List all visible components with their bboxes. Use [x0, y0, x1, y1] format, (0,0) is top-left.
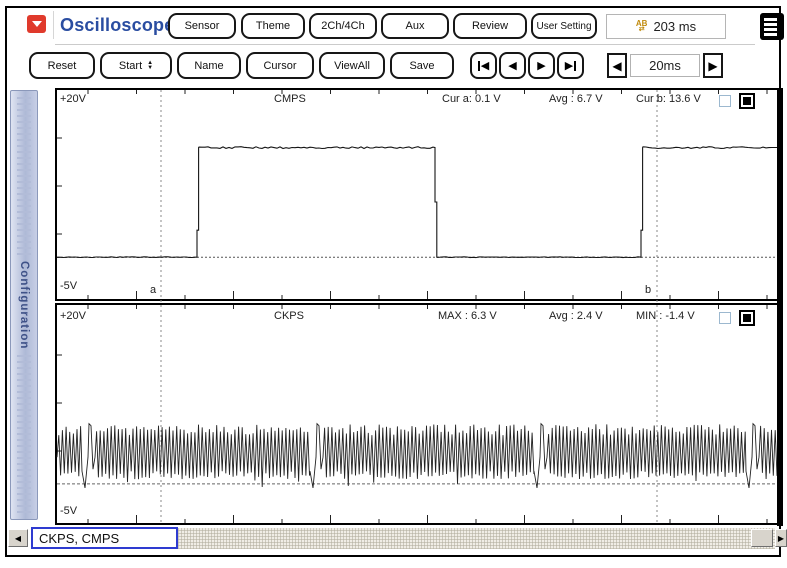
channel-selection-label: CKPS, CMPS [31, 527, 178, 549]
configuration-label: Configuration [18, 260, 30, 350]
start-spinner-icon: ▲ ▼ [147, 59, 154, 71]
app-menu-button[interactable] [27, 15, 46, 33]
scope-chart [55, 88, 783, 526]
cursor-button[interactable]: Cursor [246, 52, 314, 79]
scroll-right-button[interactable]: ▶ [775, 529, 787, 547]
ch2-max-value: MAX : 6.3 V [438, 310, 497, 322]
toolbar-separator [53, 11, 54, 39]
skip-end-button[interactable]: ▶ [557, 52, 584, 79]
ch1-name: CMPS [274, 93, 306, 105]
timebase-increase-button[interactable]: ▶ [703, 53, 723, 78]
skip-start-icon [477, 60, 480, 71]
scroll-left-button[interactable]: ◀ [8, 529, 28, 547]
reset-button[interactable]: Reset [29, 52, 95, 79]
ch2-checkbox-unchecked[interactable] [719, 312, 731, 324]
ch1-cursor-a-value: Cur a: 0.1 V [442, 93, 501, 105]
aux-button[interactable]: Aux [381, 13, 449, 39]
scrollbar-thumb[interactable] [751, 529, 773, 547]
ch1-checkbox-checked[interactable] [739, 93, 755, 109]
ch1-cursor-b-value: Cur b: 13.6 V [636, 93, 701, 105]
ch2-name: CKPS [274, 310, 304, 322]
grip-lines [17, 355, 31, 513]
configuration-panel-handle[interactable]: Configuration [10, 90, 38, 520]
name-button[interactable]: Name [177, 52, 241, 79]
ch1-scale-bottom: -5V [60, 280, 78, 292]
cursor-a-label: a [150, 284, 157, 296]
app-title: Oscilloscope [60, 15, 175, 35]
step-forward-icon: ▶ [537, 60, 546, 72]
ab-cursor-icon: AB ⇄ [635, 18, 648, 33]
chevron-down-icon [31, 21, 42, 27]
step-forward-button[interactable]: ▶ [528, 52, 555, 79]
record-time-value: 203 ms [653, 19, 697, 34]
ch2-checkbox-checked[interactable] [739, 310, 755, 326]
toolbar-divider [55, 44, 755, 45]
list-menu-icon[interactable] [760, 13, 784, 40]
right-arrow-icon: ▶ [708, 58, 718, 73]
left-arrow-icon: ◀ [612, 58, 622, 73]
review-button[interactable]: Review [453, 13, 527, 39]
cursor-b-label: b [645, 284, 652, 296]
step-back-icon: ◀ [508, 60, 517, 72]
timebase-field: 20ms [630, 54, 700, 77]
start-button[interactable]: Start ▲ ▼ [100, 52, 172, 79]
viewall-button[interactable]: ViewAll [319, 52, 385, 79]
step-back-button[interactable]: ◀ [499, 52, 526, 79]
skip-end-icon [574, 60, 577, 71]
channel-mode-button[interactable]: 2Ch/4Ch [309, 13, 377, 39]
ch2-min-value: MIN : -1.4 V [636, 310, 695, 322]
user-setting-button[interactable]: User Setting [531, 13, 597, 39]
save-button[interactable]: Save [390, 52, 454, 79]
theme-button[interactable]: Theme [241, 13, 305, 39]
record-time-display: AB ⇄ 203 ms [606, 14, 726, 39]
ch1-checkbox-unchecked[interactable] [719, 95, 731, 107]
ch2-avg-value: Avg : 2.4 V [549, 310, 603, 322]
ch1-avg-value: Avg : 6.7 V [549, 93, 603, 105]
right-arrow-icon: ▶ [777, 533, 785, 543]
ch1-scale-top: +20V [60, 93, 86, 105]
ch2-scale-bottom: -5V [60, 505, 78, 517]
grip-lines [17, 97, 31, 255]
ch2-scale-top: +20V [60, 310, 86, 322]
skip-start-button[interactable]: ◀ [470, 52, 497, 79]
timebase-decrease-button[interactable]: ◀ [607, 53, 627, 78]
sensor-button[interactable]: Sensor [168, 13, 236, 39]
left-arrow-icon: ◀ [14, 533, 22, 543]
